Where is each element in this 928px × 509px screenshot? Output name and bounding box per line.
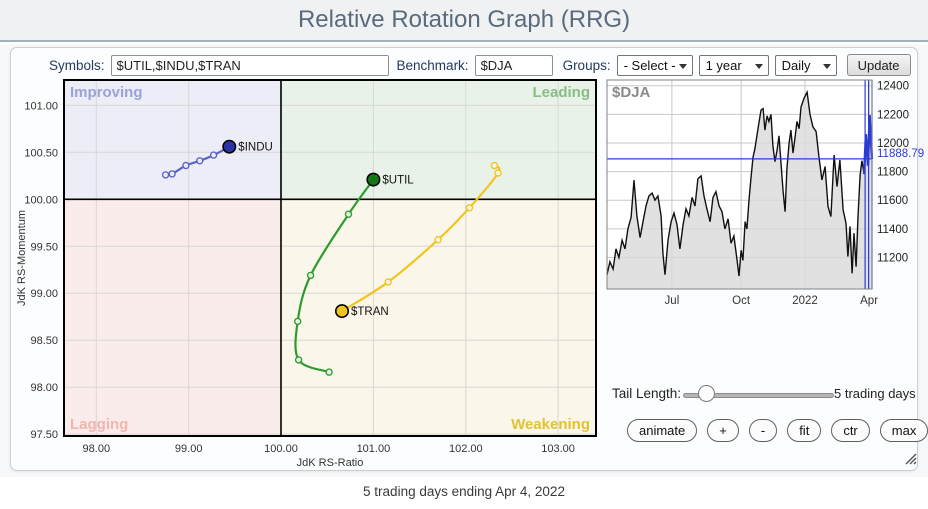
chevron-down-icon bbox=[679, 64, 687, 69]
rrg-marker-UTIL bbox=[367, 173, 379, 185]
svg-text:Apr: Apr bbox=[860, 295, 878, 307]
svg-text:99.00: 99.00 bbox=[30, 288, 58, 300]
fit-button[interactable]: fit bbox=[787, 419, 821, 442]
svg-text:Weakening: Weakening bbox=[511, 416, 590, 433]
tail-length-value: 5 trading days bbox=[834, 386, 916, 401]
max-button[interactable]: max bbox=[880, 419, 928, 442]
zoom-out-button[interactable]: - bbox=[749, 419, 777, 442]
rrg-chart[interactable]: Improving Leading Lagging Weakening 98.00 99.… bbox=[11, 76, 611, 472]
resize-handle-icon[interactable] bbox=[900, 448, 918, 466]
svg-text:100.00: 100.00 bbox=[24, 194, 58, 206]
svg-text:98.00: 98.00 bbox=[83, 443, 111, 455]
chevron-down-icon bbox=[823, 64, 831, 69]
benchmark-input[interactable] bbox=[475, 55, 553, 76]
chart-buttons: animate + - fit ctr max bbox=[627, 419, 928, 442]
svg-text:103.00: 103.00 bbox=[541, 443, 575, 455]
svg-text:100.00: 100.00 bbox=[264, 443, 298, 455]
symbols-label: Symbols: bbox=[49, 58, 105, 73]
svg-text:101.00: 101.00 bbox=[357, 443, 391, 455]
price-yaxis-labels: 11200114001160011800120001220012400 bbox=[877, 81, 909, 265]
rrg-app: Relative Rotation Graph (RRG) Symbols: B… bbox=[0, 0, 928, 509]
svg-text:Improving: Improving bbox=[70, 84, 143, 101]
svg-text:11200: 11200 bbox=[877, 253, 908, 265]
svg-text:100.50: 100.50 bbox=[24, 147, 58, 159]
update-button[interactable]: Update bbox=[847, 54, 911, 76]
rrg-yaxis-title: JdK RS-Momentum bbox=[16, 210, 28, 306]
app-header: Relative Rotation Graph (RRG) bbox=[0, 0, 928, 42]
toolbar: Symbols: Benchmark: Groups: - Select - 1… bbox=[11, 53, 917, 77]
rrg-marker-TRAN bbox=[336, 305, 348, 317]
svg-text:102.00: 102.00 bbox=[449, 443, 483, 455]
price-xaxis-labels: Jul Oct 2022 Apr bbox=[665, 295, 879, 307]
last-price-label: 11888.79 bbox=[877, 148, 924, 160]
frequency-select[interactable]: Daily bbox=[775, 55, 837, 76]
svg-text:Oct: Oct bbox=[732, 295, 751, 307]
svg-text:$UTIL: $UTIL bbox=[382, 175, 414, 187]
groups-select[interactable]: - Select - bbox=[617, 55, 693, 76]
price-symbol-label: $DJA bbox=[612, 84, 651, 101]
svg-text:2022: 2022 bbox=[792, 295, 818, 307]
rrg-xaxis-title: JdK RS-Ratio bbox=[297, 457, 364, 469]
rrg-quadrants bbox=[64, 80, 596, 436]
svg-text:11800: 11800 bbox=[877, 167, 908, 179]
chevron-down-icon bbox=[755, 64, 763, 69]
tail-length-label: Tail Length: bbox=[612, 386, 681, 401]
footer-caption: 5 trading days ending Apr 4, 2022 bbox=[0, 484, 928, 499]
page-title: Relative Rotation Graph (RRG) bbox=[0, 0, 928, 40]
svg-text:99.50: 99.50 bbox=[30, 241, 58, 253]
tail-length-slider-handle[interactable] bbox=[698, 385, 715, 402]
svg-text:Leading: Leading bbox=[532, 84, 590, 101]
frequency-select-value: Daily bbox=[782, 58, 811, 73]
svg-text:$INDU: $INDU bbox=[238, 142, 273, 154]
rrg-marker-INDU bbox=[223, 141, 235, 153]
benchmark-price-chart[interactable]: 1120011400116001180012000122001240011888… bbox=[601, 76, 927, 316]
svg-text:11400: 11400 bbox=[877, 224, 908, 236]
period-select[interactable]: 1 year bbox=[699, 55, 769, 76]
svg-text:Lagging: Lagging bbox=[70, 416, 128, 433]
svg-text:101.00: 101.00 bbox=[24, 100, 58, 112]
svg-text:12400: 12400 bbox=[877, 81, 909, 93]
zoom-in-button[interactable]: + bbox=[707, 419, 739, 442]
animate-button[interactable]: animate bbox=[627, 419, 697, 442]
svg-text:Jul: Jul bbox=[665, 295, 680, 307]
svg-text:99.00: 99.00 bbox=[175, 443, 203, 455]
svg-text:12200: 12200 bbox=[877, 109, 909, 121]
svg-text:$TRAN: $TRAN bbox=[351, 306, 389, 318]
benchmark-label: Benchmark: bbox=[397, 58, 469, 73]
svg-text:97.50: 97.50 bbox=[30, 429, 58, 441]
groups-select-value: - Select - bbox=[624, 58, 676, 73]
period-select-value: 1 year bbox=[706, 58, 742, 73]
center-button[interactable]: ctr bbox=[831, 419, 869, 442]
svg-text:11600: 11600 bbox=[877, 195, 908, 207]
svg-text:98.00: 98.00 bbox=[30, 382, 58, 394]
rrg-panel: Symbols: Benchmark: Groups: - Select - 1… bbox=[10, 47, 918, 471]
svg-text:98.50: 98.50 bbox=[30, 335, 58, 347]
groups-label: Groups: bbox=[563, 58, 611, 73]
symbols-input[interactable] bbox=[111, 55, 389, 76]
